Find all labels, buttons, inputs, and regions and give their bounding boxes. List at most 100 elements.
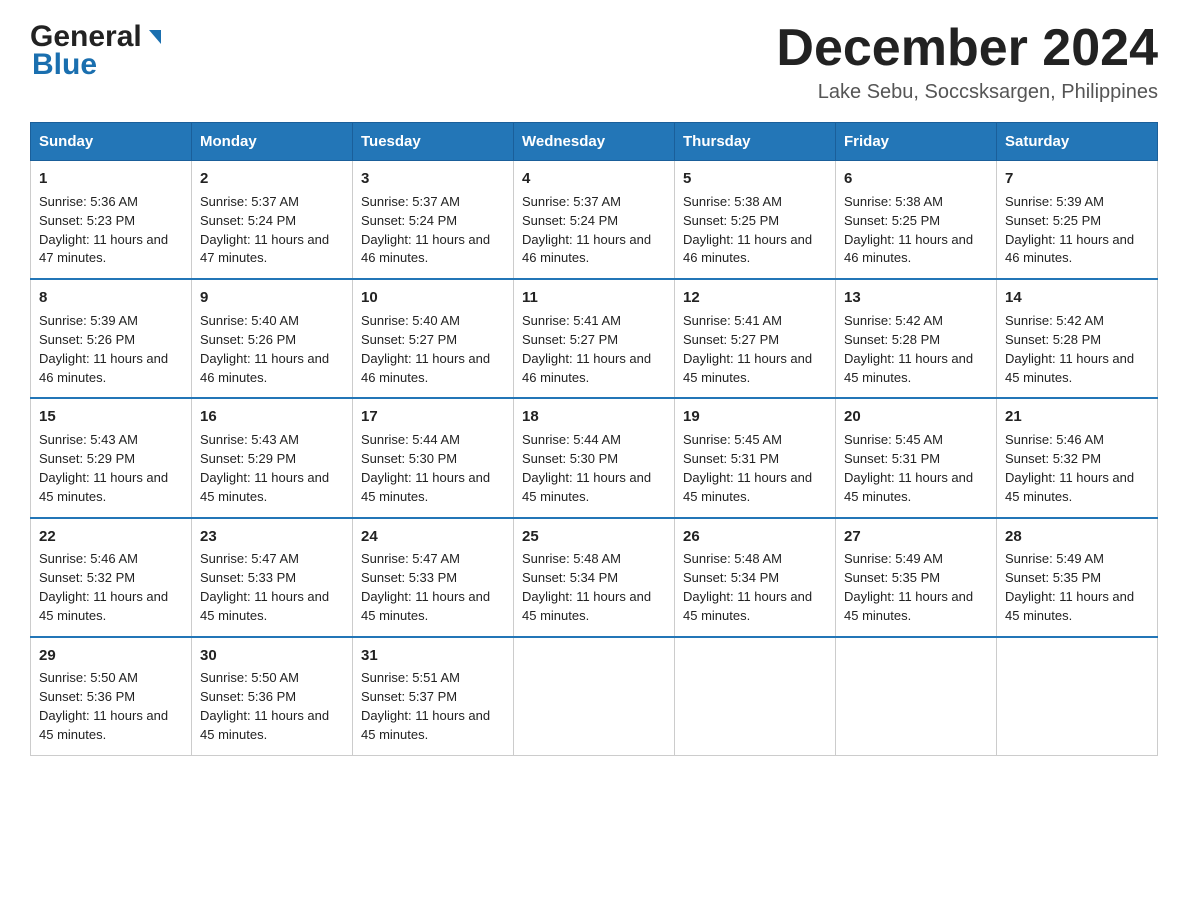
calendar-cell: 30 Sunrise: 5:50 AMSunset: 5:36 PMDaylig… bbox=[192, 637, 353, 756]
day-info: Sunrise: 5:50 AMSunset: 5:36 PMDaylight:… bbox=[200, 670, 329, 742]
calendar-cell bbox=[997, 637, 1158, 756]
day-number: 6 bbox=[844, 168, 988, 190]
calendar-cell: 6 Sunrise: 5:38 AMSunset: 5:25 PMDayligh… bbox=[836, 161, 997, 280]
day-number: 22 bbox=[39, 526, 183, 548]
day-info: Sunrise: 5:39 AMSunset: 5:25 PMDaylight:… bbox=[1005, 194, 1134, 266]
calendar-cell: 31 Sunrise: 5:51 AMSunset: 5:37 PMDaylig… bbox=[353, 637, 514, 756]
calendar-cell: 5 Sunrise: 5:38 AMSunset: 5:25 PMDayligh… bbox=[675, 161, 836, 280]
day-number: 11 bbox=[522, 287, 666, 309]
day-info: Sunrise: 5:44 AMSunset: 5:30 PMDaylight:… bbox=[522, 432, 651, 504]
col-header-saturday: Saturday bbox=[997, 123, 1158, 161]
day-info: Sunrise: 5:47 AMSunset: 5:33 PMDaylight:… bbox=[361, 551, 490, 623]
day-number: 21 bbox=[1005, 406, 1149, 428]
calendar-cell: 11 Sunrise: 5:41 AMSunset: 5:27 PMDaylig… bbox=[514, 279, 675, 398]
col-header-wednesday: Wednesday bbox=[514, 123, 675, 161]
calendar-week-row: 15 Sunrise: 5:43 AMSunset: 5:29 PMDaylig… bbox=[31, 398, 1158, 517]
day-number: 18 bbox=[522, 406, 666, 428]
calendar-header-row: SundayMondayTuesdayWednesdayThursdayFrid… bbox=[31, 123, 1158, 161]
calendar-cell: 23 Sunrise: 5:47 AMSunset: 5:33 PMDaylig… bbox=[192, 518, 353, 637]
day-info: Sunrise: 5:46 AMSunset: 5:32 PMDaylight:… bbox=[1005, 432, 1134, 504]
calendar-cell: 2 Sunrise: 5:37 AMSunset: 5:24 PMDayligh… bbox=[192, 161, 353, 280]
calendar-table: SundayMondayTuesdayWednesdayThursdayFrid… bbox=[30, 122, 1158, 756]
calendar-cell: 18 Sunrise: 5:44 AMSunset: 5:30 PMDaylig… bbox=[514, 398, 675, 517]
day-number: 31 bbox=[361, 645, 505, 667]
day-number: 17 bbox=[361, 406, 505, 428]
calendar-cell: 19 Sunrise: 5:45 AMSunset: 5:31 PMDaylig… bbox=[675, 398, 836, 517]
day-info: Sunrise: 5:41 AMSunset: 5:27 PMDaylight:… bbox=[683, 313, 812, 385]
calendar-cell: 9 Sunrise: 5:40 AMSunset: 5:26 PMDayligh… bbox=[192, 279, 353, 398]
day-number: 2 bbox=[200, 168, 344, 190]
day-info: Sunrise: 5:45 AMSunset: 5:31 PMDaylight:… bbox=[844, 432, 973, 504]
calendar-week-row: 1 Sunrise: 5:36 AMSunset: 5:23 PMDayligh… bbox=[31, 161, 1158, 280]
day-info: Sunrise: 5:48 AMSunset: 5:34 PMDaylight:… bbox=[683, 551, 812, 623]
calendar-cell: 13 Sunrise: 5:42 AMSunset: 5:28 PMDaylig… bbox=[836, 279, 997, 398]
col-header-monday: Monday bbox=[192, 123, 353, 161]
day-info: Sunrise: 5:46 AMSunset: 5:32 PMDaylight:… bbox=[39, 551, 168, 623]
day-number: 10 bbox=[361, 287, 505, 309]
calendar-cell: 26 Sunrise: 5:48 AMSunset: 5:34 PMDaylig… bbox=[675, 518, 836, 637]
day-number: 15 bbox=[39, 406, 183, 428]
day-number: 14 bbox=[1005, 287, 1149, 309]
calendar-cell: 12 Sunrise: 5:41 AMSunset: 5:27 PMDaylig… bbox=[675, 279, 836, 398]
day-info: Sunrise: 5:48 AMSunset: 5:34 PMDaylight:… bbox=[522, 551, 651, 623]
calendar-cell: 7 Sunrise: 5:39 AMSunset: 5:25 PMDayligh… bbox=[997, 161, 1158, 280]
day-info: Sunrise: 5:49 AMSunset: 5:35 PMDaylight:… bbox=[844, 551, 973, 623]
calendar-cell: 21 Sunrise: 5:46 AMSunset: 5:32 PMDaylig… bbox=[997, 398, 1158, 517]
day-info: Sunrise: 5:50 AMSunset: 5:36 PMDaylight:… bbox=[39, 670, 168, 742]
calendar-week-row: 29 Sunrise: 5:50 AMSunset: 5:36 PMDaylig… bbox=[31, 637, 1158, 756]
col-header-thursday: Thursday bbox=[675, 123, 836, 161]
calendar-cell: 14 Sunrise: 5:42 AMSunset: 5:28 PMDaylig… bbox=[997, 279, 1158, 398]
calendar-cell: 29 Sunrise: 5:50 AMSunset: 5:36 PMDaylig… bbox=[31, 637, 192, 756]
day-number: 25 bbox=[522, 526, 666, 548]
day-info: Sunrise: 5:44 AMSunset: 5:30 PMDaylight:… bbox=[361, 432, 490, 504]
day-number: 13 bbox=[844, 287, 988, 309]
day-number: 27 bbox=[844, 526, 988, 548]
day-number: 4 bbox=[522, 168, 666, 190]
calendar-cell: 20 Sunrise: 5:45 AMSunset: 5:31 PMDaylig… bbox=[836, 398, 997, 517]
day-info: Sunrise: 5:49 AMSunset: 5:35 PMDaylight:… bbox=[1005, 551, 1134, 623]
day-number: 20 bbox=[844, 406, 988, 428]
day-number: 12 bbox=[683, 287, 827, 309]
day-info: Sunrise: 5:43 AMSunset: 5:29 PMDaylight:… bbox=[200, 432, 329, 504]
calendar-cell: 3 Sunrise: 5:37 AMSunset: 5:24 PMDayligh… bbox=[353, 161, 514, 280]
page-header: General Blue December 2024 Lake Sebu, So… bbox=[30, 20, 1158, 104]
day-info: Sunrise: 5:36 AMSunset: 5:23 PMDaylight:… bbox=[39, 194, 168, 266]
day-info: Sunrise: 5:43 AMSunset: 5:29 PMDaylight:… bbox=[39, 432, 168, 504]
day-info: Sunrise: 5:41 AMSunset: 5:27 PMDaylight:… bbox=[522, 313, 651, 385]
calendar-cell bbox=[514, 637, 675, 756]
calendar-cell: 8 Sunrise: 5:39 AMSunset: 5:26 PMDayligh… bbox=[31, 279, 192, 398]
day-number: 9 bbox=[200, 287, 344, 309]
day-info: Sunrise: 5:40 AMSunset: 5:27 PMDaylight:… bbox=[361, 313, 490, 385]
day-info: Sunrise: 5:37 AMSunset: 5:24 PMDaylight:… bbox=[361, 194, 490, 266]
calendar-cell: 22 Sunrise: 5:46 AMSunset: 5:32 PMDaylig… bbox=[31, 518, 192, 637]
logo-area: General Blue bbox=[30, 20, 167, 82]
day-info: Sunrise: 5:39 AMSunset: 5:26 PMDaylight:… bbox=[39, 313, 168, 385]
location-subtitle: Lake Sebu, Soccsksargen, Philippines bbox=[776, 81, 1158, 104]
main-title: December 2024 bbox=[776, 20, 1158, 77]
calendar-week-row: 8 Sunrise: 5:39 AMSunset: 5:26 PMDayligh… bbox=[31, 279, 1158, 398]
day-info: Sunrise: 5:37 AMSunset: 5:24 PMDaylight:… bbox=[522, 194, 651, 266]
calendar-cell: 4 Sunrise: 5:37 AMSunset: 5:24 PMDayligh… bbox=[514, 161, 675, 280]
day-info: Sunrise: 5:51 AMSunset: 5:37 PMDaylight:… bbox=[361, 670, 490, 742]
col-header-friday: Friday bbox=[836, 123, 997, 161]
day-info: Sunrise: 5:42 AMSunset: 5:28 PMDaylight:… bbox=[844, 313, 973, 385]
col-header-sunday: Sunday bbox=[31, 123, 192, 161]
day-number: 7 bbox=[1005, 168, 1149, 190]
calendar-cell: 17 Sunrise: 5:44 AMSunset: 5:30 PMDaylig… bbox=[353, 398, 514, 517]
day-number: 5 bbox=[683, 168, 827, 190]
calendar-cell: 15 Sunrise: 5:43 AMSunset: 5:29 PMDaylig… bbox=[31, 398, 192, 517]
logo-blue-text: Blue bbox=[32, 48, 97, 82]
day-info: Sunrise: 5:45 AMSunset: 5:31 PMDaylight:… bbox=[683, 432, 812, 504]
calendar-cell: 28 Sunrise: 5:49 AMSunset: 5:35 PMDaylig… bbox=[997, 518, 1158, 637]
day-number: 28 bbox=[1005, 526, 1149, 548]
day-number: 8 bbox=[39, 287, 183, 309]
calendar-cell bbox=[675, 637, 836, 756]
day-number: 26 bbox=[683, 526, 827, 548]
day-number: 23 bbox=[200, 526, 344, 548]
col-header-tuesday: Tuesday bbox=[353, 123, 514, 161]
calendar-cell: 10 Sunrise: 5:40 AMSunset: 5:27 PMDaylig… bbox=[353, 279, 514, 398]
day-number: 19 bbox=[683, 406, 827, 428]
day-number: 24 bbox=[361, 526, 505, 548]
logo-triangle-icon bbox=[144, 26, 166, 48]
day-info: Sunrise: 5:38 AMSunset: 5:25 PMDaylight:… bbox=[683, 194, 812, 266]
